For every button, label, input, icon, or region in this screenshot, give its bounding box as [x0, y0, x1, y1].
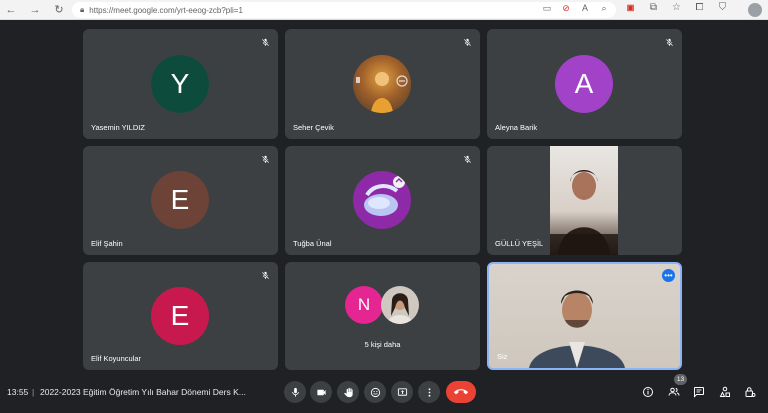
camera-icon — [316, 389, 326, 395]
participant-name: Yasemin YILDIZ — [91, 123, 145, 132]
read-aloud-icon[interactable]: A — [579, 3, 591, 14]
end-call-button[interactable] — [446, 381, 476, 403]
participant-name: Siz — [497, 352, 508, 361]
info-icon[interactable] — [641, 385, 655, 399]
favorites-icon[interactable]: ☆ — [670, 2, 683, 13]
chat-icon[interactable] — [692, 385, 706, 399]
others-count-label: 5 kişi daha — [364, 340, 401, 349]
pdf-extension-icon[interactable]: ▣ — [624, 3, 637, 12]
clock-time: 13:55 — [7, 387, 29, 397]
more-options-icon[interactable]: ••• — [662, 269, 675, 282]
others-tile[interactable]: N 5 kişi daha — [285, 262, 480, 370]
site-blocked-icon[interactable]: ⊘ — [560, 3, 572, 14]
end-call-icon — [454, 389, 468, 395]
extensions-icon[interactable]: ⧉ — [647, 2, 660, 13]
participant-video — [550, 146, 618, 255]
emoji-icon — [370, 387, 380, 397]
profile-avatar[interactable] — [748, 3, 762, 17]
participant-tile[interactable]: GÜLLÜ YEŞİL — [487, 146, 682, 255]
more-options-icon — [428, 387, 430, 397]
back-icon[interactable]: ← — [3, 2, 19, 18]
participant-tile[interactable]: A Aleyna Barik — [487, 29, 682, 139]
profile-photo — [353, 171, 411, 229]
people-icon[interactable] — [667, 385, 681, 399]
mic-off-icon — [258, 268, 272, 282]
avatar: A — [555, 55, 613, 113]
self-tile[interactable]: ••• Siz — [487, 262, 682, 370]
participant-count-badge: 13 — [674, 374, 687, 385]
participant-name: Seher Çevik — [293, 123, 334, 132]
participant-name: GÜLLÜ YEŞİL — [495, 239, 544, 248]
self-video — [529, 290, 625, 368]
profile-photo — [381, 286, 419, 324]
url-text: https://meet.google.com/yrt-eeog-zcb?pli… — [89, 5, 243, 15]
camera-permission-icon[interactable]: ▭ — [541, 3, 553, 14]
more-options-button[interactable] — [418, 381, 440, 403]
participant-name: Tuğba Ünal — [293, 239, 332, 248]
collections-icon[interactable]: ⧠ — [693, 2, 706, 13]
reload-icon[interactable]: ↻ — [51, 2, 67, 18]
participant-tile[interactable]: Seher Çevik — [285, 29, 480, 139]
camera-button[interactable] — [310, 381, 332, 403]
raise-hand-button[interactable] — [337, 381, 359, 403]
avatar: N — [345, 286, 383, 324]
raise-hand-icon — [343, 387, 353, 397]
mic-off-icon — [258, 152, 272, 166]
participant-tile[interactable]: Tuğba Ünal — [285, 146, 480, 255]
host-controls-icon[interactable] — [743, 385, 757, 399]
meeting-title: 2022-2023 Eğitim Öğretim Yılı Bahar Döne… — [40, 387, 246, 397]
separator: | — [32, 387, 35, 397]
forward-icon[interactable]: → — [27, 2, 43, 18]
avatar: Y — [151, 55, 209, 113]
avatar: E — [151, 287, 209, 345]
lock-icon[interactable]: 🔒︎ — [80, 5, 84, 15]
mic-off-icon — [460, 152, 474, 166]
browser-toolbar: ← → ↻ 🔒︎ https://meet.google.com/yrt-eeo… — [0, 0, 768, 20]
shield-icon[interactable]: ⛉ — [716, 2, 729, 13]
participant-tile[interactable]: Y Yasemin YILDIZ — [83, 29, 278, 139]
participant-name: Aleyna Barik — [495, 123, 538, 132]
activities-icon[interactable] — [718, 385, 732, 399]
zoom-icon[interactable]: ⌕ — [598, 3, 610, 14]
address-bar[interactable]: 🔒︎ https://meet.google.com/yrt-eeog-zcb?… — [72, 2, 616, 18]
profile-photo — [353, 55, 411, 113]
present-button[interactable] — [391, 381, 413, 403]
mic-off-icon — [258, 35, 272, 49]
present-icon — [397, 387, 407, 396]
mic-button[interactable] — [284, 381, 306, 403]
mic-off-icon — [662, 35, 676, 49]
mic-icon — [291, 387, 299, 397]
participant-tile[interactable]: E Elif Şahin — [83, 146, 278, 255]
participant-name: Elif Koyuncular — [91, 354, 142, 363]
avatar: E — [151, 171, 209, 229]
participant-name: Elif Şahin — [91, 239, 123, 248]
participant-tile[interactable]: E Elif Koyuncular — [83, 262, 278, 370]
emoji-button[interactable] — [364, 381, 386, 403]
mic-off-icon — [460, 35, 474, 49]
